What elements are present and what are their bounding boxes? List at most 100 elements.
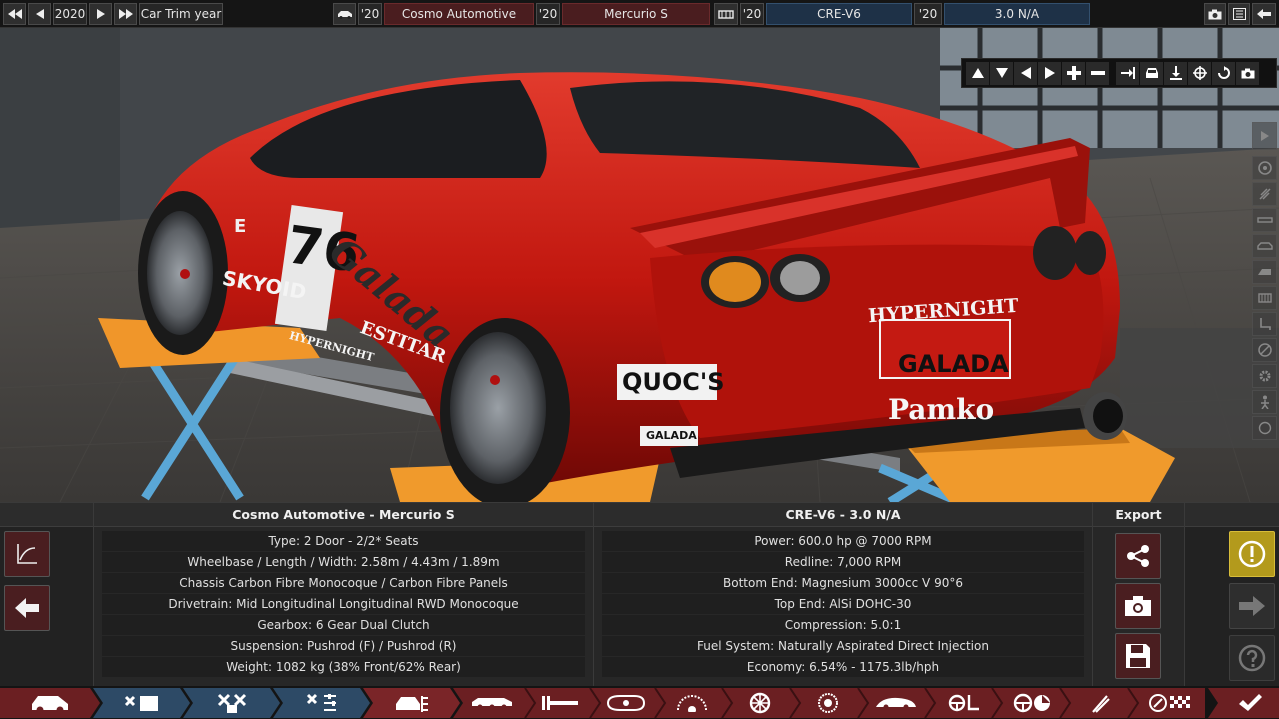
arrow-left-icon: [1020, 67, 1031, 79]
screenshot-button[interactable]: [1204, 3, 1226, 25]
engine-variant-selector[interactable]: 3.0 N/A: [944, 3, 1090, 25]
camera-left-button[interactable]: [1014, 61, 1037, 85]
arrow-down-icon: [995, 68, 1008, 78]
rail-item-disabled[interactable]: [1252, 338, 1277, 362]
nav-car-model[interactable]: [20, 688, 80, 718]
engine-stat-economy: Economy: 6.54% - 1175.3lb/hph: [602, 657, 1084, 677]
nav-brakes[interactable]: [800, 688, 856, 718]
manufacturer-selector[interactable]: Cosmo Automotive: [384, 3, 534, 25]
car-icon: [337, 11, 352, 19]
spring-coil-icon: [677, 695, 707, 712]
model-selector[interactable]: Mercurio S: [562, 3, 710, 25]
pistons-tune-icon: [306, 693, 336, 711]
year-prev-button[interactable]: [28, 3, 51, 25]
nav-gearbox[interactable]: [598, 688, 654, 718]
nav-car-engine-fit[interactable]: [378, 688, 446, 718]
engine-pistons-icon: [124, 695, 158, 711]
rail-item-body[interactable]: [1252, 234, 1277, 258]
year-next-button[interactable]: [89, 3, 112, 25]
engine-stat-power: Power: 600.0 hp @ 7000 RPM: [602, 531, 1084, 551]
export-header: Export: [1093, 503, 1184, 527]
license-plate-text: GALADA: [898, 350, 1009, 378]
camera-car-view-button[interactable]: [1140, 61, 1163, 85]
rail-item-panels[interactable]: [1252, 260, 1277, 284]
engine-select-button[interactable]: [714, 3, 738, 25]
engine-stat-fuel-system: Fuel System: Naturally Aspirated Direct …: [602, 636, 1084, 656]
engine-stat-redline: Redline: 7,000 RPM: [602, 552, 1084, 572]
rail-item-misc[interactable]: [1252, 416, 1277, 440]
car-stat-dimensions: Wheelbase / Length / Width: 2.58m / 4.43…: [102, 552, 585, 572]
help-button[interactable]: [1229, 635, 1275, 681]
nav-confirm[interactable]: [1225, 688, 1275, 718]
nav-final[interactable]: [1140, 688, 1200, 718]
camera-up-button[interactable]: [966, 61, 989, 85]
year-jump-forward-button[interactable]: [114, 3, 137, 25]
aero-body-icon: [876, 697, 916, 710]
zoom-out-button[interactable]: [1086, 61, 1109, 85]
next-step-button[interactable]: [1229, 583, 1275, 629]
left-tools: [0, 503, 93, 687]
camera-screenshot-button[interactable]: [1236, 61, 1259, 85]
info-panel: Cosmo Automotive - Mercurio S Type: 2 Do…: [0, 502, 1279, 687]
trim-year-label: Car Trim year: [139, 3, 223, 25]
back-button[interactable]: [1252, 3, 1276, 25]
nav-tuning[interactable]: [1004, 688, 1060, 718]
nav-engine-parts[interactable]: [198, 688, 266, 718]
rail-expand-button[interactable]: [1252, 122, 1277, 150]
orbit-icon: [1192, 66, 1207, 80]
wheel-rim-icon: [749, 692, 771, 714]
nav-engine-family[interactable]: [108, 688, 176, 718]
rail-item-springs[interactable]: [1252, 182, 1277, 206]
back-arrow-icon: [1257, 9, 1271, 19]
export-share-button[interactable]: [1115, 533, 1161, 579]
nav-drivetrain[interactable]: [532, 688, 588, 718]
nav-engine-tuning[interactable]: [288, 688, 356, 718]
chassis-side-icon: [472, 698, 512, 710]
rail-item-interior[interactable]: [1252, 312, 1277, 336]
camera-right-button[interactable]: [1038, 61, 1061, 85]
rail-item-engine[interactable]: [1252, 286, 1277, 310]
engine-family-selector[interactable]: CRE-V6: [766, 3, 912, 25]
nav-wheels[interactable]: [732, 688, 788, 718]
save-icon: [1126, 644, 1150, 668]
menu-button[interactable]: [1228, 3, 1250, 25]
car-3d-viewport[interactable]: 76 Galada SKYOID E HYPERNIGHT ESTITAR HY…: [0, 28, 1279, 502]
warnings-button[interactable]: [1229, 531, 1275, 577]
camera-reset-button[interactable]: [1116, 61, 1139, 85]
screenshot-icon: [1241, 68, 1254, 78]
nav-suspension[interactable]: [664, 688, 720, 718]
gearbox-icon: [606, 695, 646, 711]
car-select-button[interactable]: [333, 3, 356, 25]
export-photo-button[interactable]: [1115, 583, 1161, 629]
car-stats-panel: Cosmo Automotive - Mercurio S Type: 2 Do…: [93, 503, 593, 687]
car-stat-type: Type: 2 Door - 2/2* Seats: [102, 531, 585, 551]
nav-interior[interactable]: [936, 688, 992, 718]
graph-button[interactable]: [4, 531, 50, 577]
nav-testing[interactable]: [1072, 688, 1128, 718]
rail-item-wheels[interactable]: [1252, 156, 1277, 180]
decal-side-letter: E: [234, 216, 247, 237]
zoom-in-button[interactable]: [1062, 61, 1085, 85]
camera-ground-button[interactable]: [1164, 61, 1187, 85]
help-icon: [1238, 644, 1266, 672]
engine-stat-compression: Compression: 5.0:1: [602, 615, 1084, 635]
camera-down-button[interactable]: [990, 61, 1013, 85]
nav-aero[interactable]: [866, 688, 926, 718]
right-arrow-icon: [96, 9, 105, 19]
rail-item-settings[interactable]: [1252, 364, 1277, 388]
camera-rotate-button[interactable]: [1212, 61, 1235, 85]
export-save-button[interactable]: [1115, 633, 1161, 679]
export-panel: Export: [1092, 503, 1184, 687]
nav-chassis[interactable]: [462, 688, 522, 718]
arrow-down-bar-icon: [1169, 66, 1182, 80]
decal-sponsor-galada-small: GALADA: [646, 429, 697, 442]
rail-item-driver[interactable]: [1252, 390, 1277, 414]
steering-seat-icon: [948, 694, 979, 712]
camera-icon: [1125, 596, 1151, 616]
arrow-right-icon: [1044, 67, 1055, 79]
year-jump-back-button[interactable]: [3, 3, 26, 25]
camera-orbit-button[interactable]: [1188, 61, 1211, 85]
back-arrow-button[interactable]: [4, 585, 50, 631]
play-icon: [1260, 131, 1269, 141]
rail-item-chassis[interactable]: [1252, 208, 1277, 232]
